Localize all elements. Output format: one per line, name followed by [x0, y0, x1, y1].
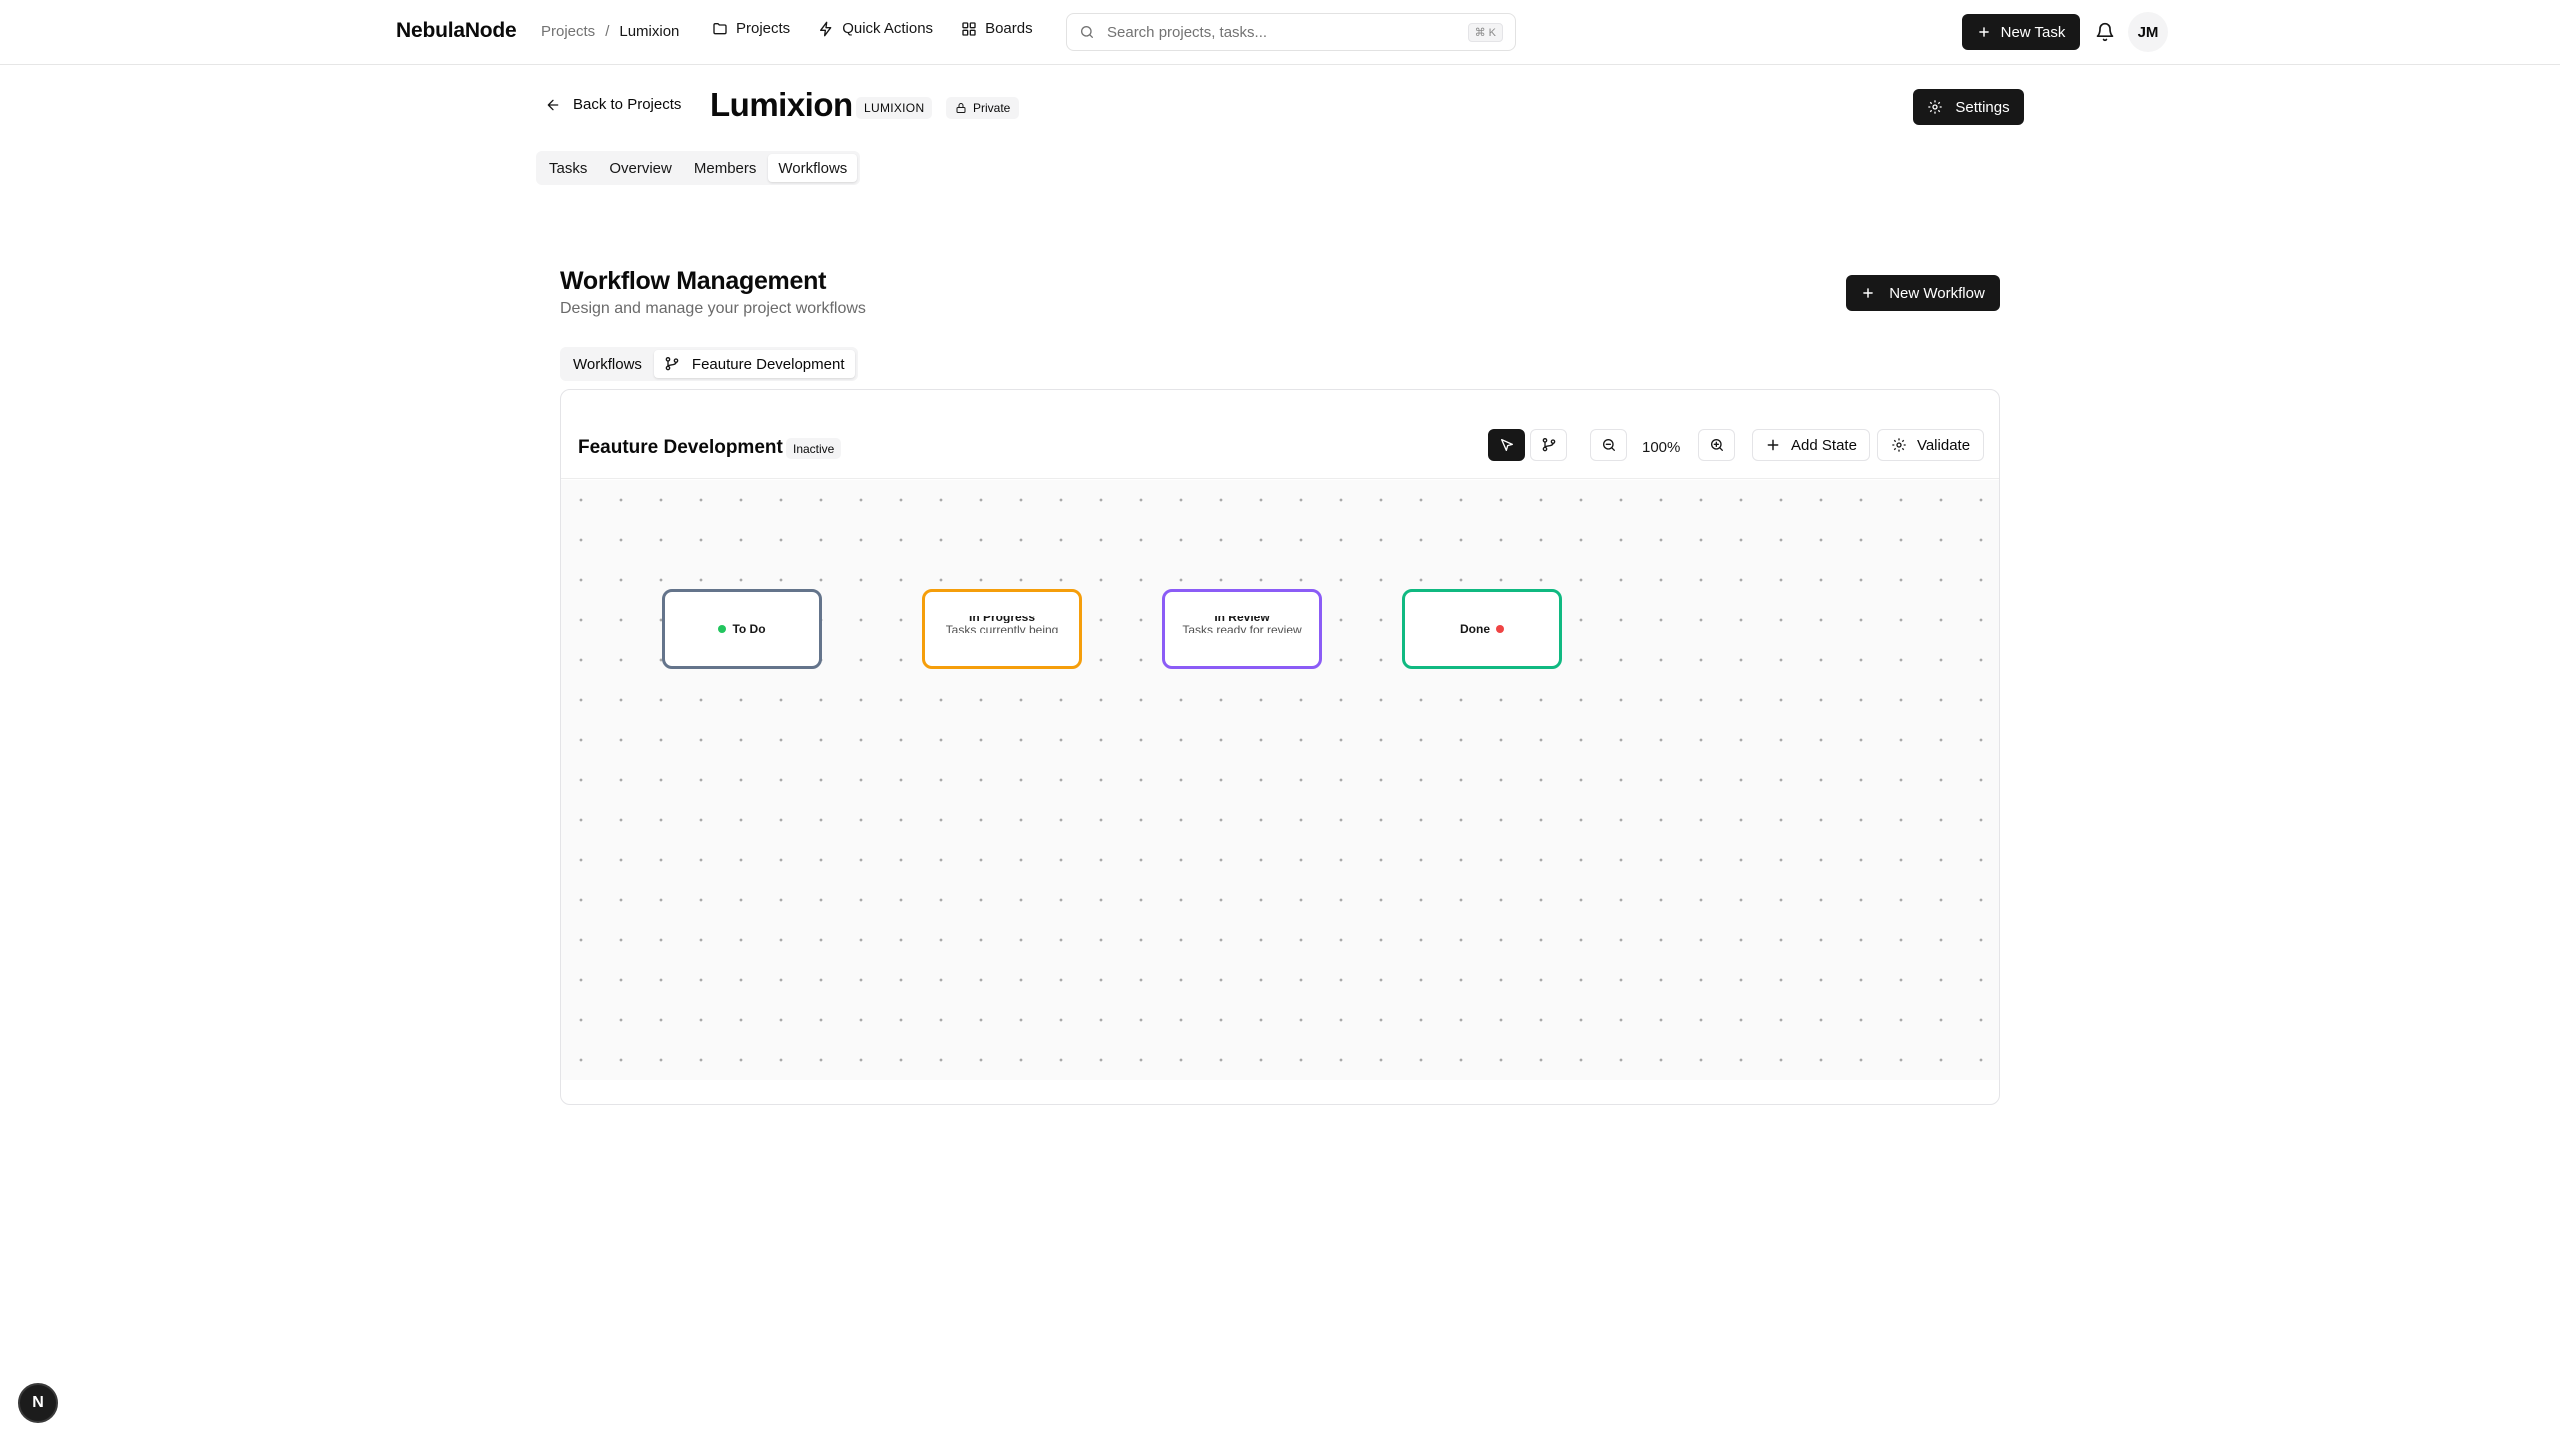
state-node-label: Done	[1460, 622, 1490, 636]
nav-quick-actions[interactable]: Quick Actions	[818, 20, 933, 37]
grid-icon	[962, 21, 976, 36]
breadcrumb: Projects / Lumixion	[541, 23, 679, 40]
validate-button[interactable]: Validate	[1877, 429, 1984, 461]
dev-tools-button[interactable]: N	[18, 1383, 58, 1423]
tab-overview[interactable]: Overview	[599, 154, 682, 182]
search-icon	[1081, 26, 1093, 38]
nav-projects-label: Projects	[736, 20, 791, 37]
plus-icon	[1767, 439, 1779, 451]
zoom-out-icon	[1602, 439, 1615, 451]
tab-feature-development-label: Feauture Development	[691, 355, 845, 373]
new-task-label: New Task	[2000, 23, 2066, 41]
state-node-title: To Do	[718, 622, 766, 636]
settings-label: Settings	[1955, 98, 2010, 116]
new-workflow-button[interactable]: New Workflow	[1846, 275, 2000, 311]
nav-boards[interactable]: Boards	[961, 20, 1033, 37]
nav-quick-actions-label: Quick Actions	[842, 20, 934, 37]
git-branch-icon	[665, 357, 679, 371]
state-node-todo[interactable]: To Do	[662, 589, 822, 669]
project-key-badge: LUMIXION	[856, 97, 933, 119]
search-input[interactable]	[1107, 23, 1456, 41]
zoom-level: 100%	[1642, 439, 1681, 456]
workflow-canvas[interactable]: To Do In Progress Tasks currently being …	[561, 480, 1999, 1080]
back-to-projects-button[interactable]: Back to Projects	[545, 96, 681, 113]
nav-projects[interactable]: Projects	[712, 20, 790, 37]
dev-tools-label: N	[32, 1394, 44, 1411]
top-bar: NebulaNode Projects / Lumixion Projects …	[0, 0, 2560, 65]
status-badge: Inactive	[786, 438, 842, 459]
state-node-label: In Progress	[968, 616, 1036, 623]
back-label: Back to Projects	[573, 96, 682, 113]
git-branch-icon	[1542, 438, 1555, 452]
state-node-label: To Do	[732, 622, 766, 636]
folder-icon	[713, 22, 727, 34]
avatar[interactable]: JM	[2128, 12, 2168, 52]
select-tool-button[interactable]	[1488, 429, 1525, 461]
validate-label: Validate	[1916, 436, 1971, 454]
plus-icon	[1978, 27, 1989, 37]
gear-icon	[1892, 438, 1906, 452]
plus-icon	[1863, 288, 1874, 298]
state-node-description: Tasks ready for review	[1182, 624, 1302, 633]
workflow-tabs: Workflows Feauture Development	[560, 347, 858, 381]
gear-icon	[1928, 100, 1943, 114]
cursor-icon	[1500, 439, 1513, 451]
state-node-description: Tasks currently being	[945, 624, 1059, 633]
breadcrumb-separator: /	[605, 23, 610, 40]
add-state-label: Add State	[1791, 436, 1857, 454]
bell-icon[interactable]	[2095, 22, 2115, 42]
workflow-name: Feauture Development	[578, 437, 783, 458]
connect-tool-button[interactable]	[1530, 429, 1567, 461]
workflow-editor: Feauture Development Inactive 100% Add S…	[560, 389, 2000, 1105]
settings-button[interactable]: Settings	[1913, 89, 2024, 125]
editor-toolbar: Feauture Development Inactive 100% Add S…	[561, 390, 1999, 479]
visibility-badge: Private	[946, 97, 1020, 119]
new-task-button[interactable]: New Task	[1962, 14, 2080, 50]
state-node-in-progress[interactable]: In Progress Tasks currently being	[922, 589, 1082, 669]
top-nav: Projects Quick Actions Boards	[712, 20, 1033, 37]
project-title: Lumixion	[710, 86, 853, 123]
breadcrumb-projects[interactable]: Projects	[541, 23, 595, 40]
zap-icon	[820, 21, 832, 36]
state-color-dot	[718, 625, 727, 633]
nav-boards-label: Boards	[985, 20, 1033, 37]
project-tabs: Tasks Overview Members Workflows	[536, 151, 861, 185]
tab-workflows-list-label: Workflows	[573, 355, 642, 373]
tab-workflows-list[interactable]: Workflows	[563, 350, 652, 378]
state-node-label: In Review	[1214, 616, 1270, 623]
tab-members[interactable]: Members	[684, 154, 767, 182]
tab-feature-development[interactable]: Feauture Development	[653, 350, 855, 378]
arrow-left-icon	[547, 99, 559, 110]
search-shortcut: ⌘ K	[1467, 22, 1503, 42]
state-color-dot	[1496, 625, 1504, 633]
search-box[interactable]: ⌘ K	[1066, 13, 1516, 51]
visibility-label: Private	[973, 101, 1011, 115]
state-node-in-review[interactable]: In Review Tasks ready for review	[1162, 589, 1322, 669]
state-node-title: Done	[1460, 622, 1504, 636]
zoom-out-button[interactable]	[1590, 429, 1627, 461]
tab-tasks[interactable]: Tasks	[539, 154, 597, 182]
brand-logo[interactable]: NebulaNode	[396, 19, 517, 43]
section-title: Workflow Management	[560, 267, 827, 295]
lock-icon	[956, 103, 966, 113]
zoom-in-button[interactable]	[1698, 429, 1735, 461]
state-node-done[interactable]: Done	[1402, 589, 1562, 669]
tab-workflows[interactable]: Workflows	[768, 154, 858, 182]
add-state-button[interactable]: Add State	[1752, 429, 1870, 461]
section-subtitle: Design and manage your project workflows	[560, 300, 866, 317]
zoom-in-icon	[1710, 439, 1723, 451]
new-workflow-label: New Workflow	[1889, 284, 1985, 302]
breadcrumb-current: Lumixion	[619, 23, 680, 40]
